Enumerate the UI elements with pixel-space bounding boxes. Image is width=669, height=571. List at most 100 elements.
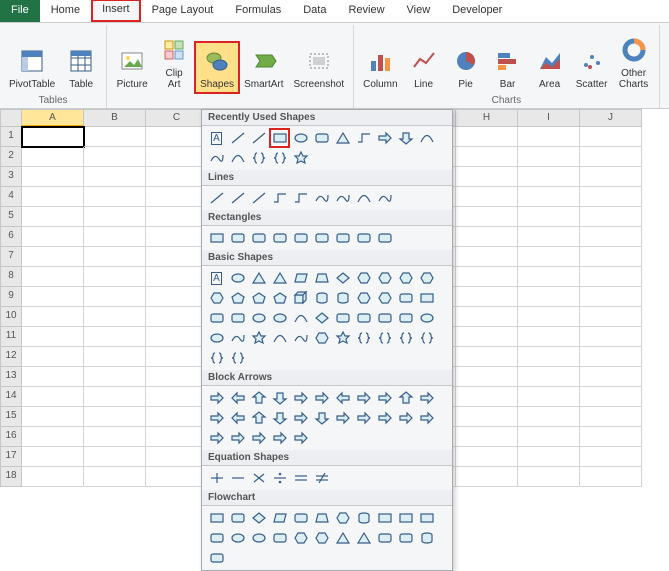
cell[interactable] — [518, 307, 580, 327]
cell[interactable] — [22, 427, 84, 447]
shape-option[interactable] — [248, 188, 269, 208]
shape-option[interactable] — [332, 328, 353, 348]
cell[interactable] — [146, 127, 208, 147]
shape-option[interactable] — [206, 508, 227, 528]
row-header[interactable]: 16 — [0, 427, 22, 447]
shape-option[interactable] — [227, 348, 248, 368]
column-chart-button[interactable]: Column — [358, 42, 402, 93]
cell[interactable] — [456, 127, 518, 147]
shape-option[interactable] — [227, 288, 248, 308]
shape-option[interactable] — [395, 528, 416, 548]
shape-option[interactable] — [206, 548, 227, 568]
shape-option[interactable] — [374, 228, 395, 248]
shape-option[interactable] — [353, 228, 374, 248]
cell[interactable] — [84, 227, 146, 247]
cell[interactable] — [456, 307, 518, 327]
cell[interactable] — [456, 387, 518, 407]
row-header[interactable]: 17 — [0, 447, 22, 467]
column-header[interactable]: C — [146, 109, 208, 127]
shape-option[interactable] — [332, 508, 353, 528]
cell[interactable] — [456, 427, 518, 447]
row-header[interactable]: 9 — [0, 287, 22, 307]
row-header[interactable]: 12 — [0, 347, 22, 367]
shape-option[interactable] — [353, 308, 374, 328]
shape-option[interactable] — [416, 288, 437, 308]
shape-option[interactable] — [248, 308, 269, 328]
shape-option[interactable] — [290, 328, 311, 348]
cell[interactable] — [518, 347, 580, 367]
cell[interactable] — [580, 247, 642, 267]
cell[interactable] — [22, 407, 84, 427]
cell[interactable] — [580, 147, 642, 167]
shape-option[interactable] — [269, 308, 290, 328]
cell[interactable] — [518, 447, 580, 467]
shape-option[interactable] — [248, 408, 269, 428]
screenshot-button[interactable]: Screenshot — [289, 42, 350, 93]
row-header[interactable]: 7 — [0, 247, 22, 267]
shape-option[interactable] — [353, 288, 374, 308]
shape-option[interactable] — [374, 388, 395, 408]
cell[interactable] — [580, 347, 642, 367]
cell[interactable] — [580, 407, 642, 427]
cell[interactable] — [22, 167, 84, 187]
shape-option[interactable] — [248, 528, 269, 548]
shape-option[interactable] — [332, 128, 353, 148]
shape-option[interactable] — [353, 188, 374, 208]
shape-option[interactable] — [311, 228, 332, 248]
cell[interactable] — [146, 447, 208, 467]
cell[interactable] — [580, 287, 642, 307]
cell[interactable] — [84, 407, 146, 427]
shape-option[interactable] — [206, 188, 227, 208]
cell[interactable] — [146, 287, 208, 307]
shape-option[interactable] — [311, 388, 332, 408]
shape-option[interactable] — [332, 388, 353, 408]
clipart-button[interactable]: Clip Art — [153, 31, 195, 93]
cell[interactable] — [146, 387, 208, 407]
shape-option[interactable]: A — [206, 268, 227, 288]
cell[interactable] — [84, 287, 146, 307]
cell[interactable] — [456, 207, 518, 227]
cell[interactable] — [456, 467, 518, 487]
shape-option[interactable] — [290, 308, 311, 328]
cell[interactable] — [456, 407, 518, 427]
cell[interactable] — [84, 187, 146, 207]
cell[interactable] — [518, 287, 580, 307]
shape-option[interactable] — [248, 388, 269, 408]
row-header[interactable]: 2 — [0, 147, 22, 167]
cell[interactable] — [580, 427, 642, 447]
shape-option[interactable] — [269, 288, 290, 308]
row-header[interactable]: 10 — [0, 307, 22, 327]
cell[interactable] — [84, 447, 146, 467]
cell[interactable] — [84, 347, 146, 367]
shape-option[interactable] — [353, 328, 374, 348]
shape-option[interactable] — [206, 428, 227, 448]
shape-option[interactable] — [248, 428, 269, 448]
shape-option[interactable] — [374, 328, 395, 348]
tab-file[interactable]: File — [0, 0, 40, 22]
shape-option[interactable] — [290, 148, 311, 168]
cell[interactable] — [146, 167, 208, 187]
cell[interactable] — [146, 307, 208, 327]
cell[interactable] — [456, 367, 518, 387]
shape-option[interactable] — [227, 408, 248, 428]
shape-option[interactable] — [395, 288, 416, 308]
shape-option[interactable] — [269, 468, 290, 488]
cell[interactable] — [518, 187, 580, 207]
cell[interactable] — [580, 187, 642, 207]
cell[interactable] — [84, 427, 146, 447]
row-header[interactable]: 14 — [0, 387, 22, 407]
cell[interactable] — [580, 447, 642, 467]
cell[interactable] — [22, 127, 84, 147]
shape-option[interactable] — [206, 228, 227, 248]
shape-option[interactable] — [353, 528, 374, 548]
shape-option[interactable] — [353, 508, 374, 528]
cell[interactable] — [518, 207, 580, 227]
shape-option[interactable] — [248, 148, 269, 168]
row-header[interactable]: 8 — [0, 267, 22, 287]
row-header[interactable]: 11 — [0, 327, 22, 347]
cell[interactable] — [146, 147, 208, 167]
cell[interactable] — [146, 467, 208, 487]
shape-option[interactable] — [269, 408, 290, 428]
shape-option[interactable] — [332, 268, 353, 288]
shape-option[interactable] — [290, 228, 311, 248]
